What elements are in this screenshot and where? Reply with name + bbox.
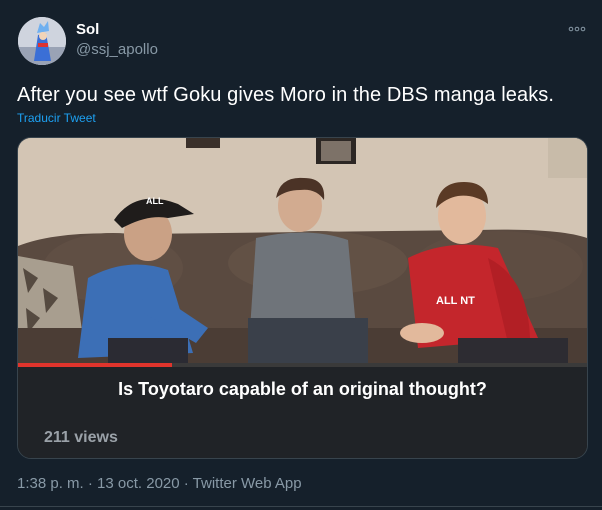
divider (0, 506, 602, 507)
media-card[interactable]: ALL ALL NT Is Toyotaro capable of an ori… (17, 137, 588, 459)
translate-tweet-link[interactable]: Traducir Tweet (17, 111, 96, 125)
video-thumbnail: ALL ALL NT (18, 138, 587, 367)
tweet-text: After you see wtf Goku gives Moro in the… (17, 84, 555, 106)
shirt-text: ALL NT (436, 295, 475, 307)
tweet-timestamp[interactable]: 1:38 p. m. · 13 oct. 2020 · Twitter Web … (17, 475, 302, 492)
video-frame[interactable]: ALL ALL NT (18, 138, 587, 367)
author-handle[interactable]: @ssj_apollo (76, 41, 158, 58)
video-caption-panel: Is Toyotaro capable of an original thoug… (18, 367, 587, 458)
avatar[interactable] (18, 17, 66, 65)
video-caption: Is Toyotaro capable of an original thoug… (118, 379, 487, 399)
video-views: 211 views (44, 429, 118, 446)
avatar-image (18, 17, 66, 65)
author-name[interactable]: Sol (76, 21, 99, 38)
cap-text: ALL (146, 196, 164, 206)
more-horizontal-icon (568, 26, 586, 32)
more-options-button[interactable] (566, 20, 588, 38)
